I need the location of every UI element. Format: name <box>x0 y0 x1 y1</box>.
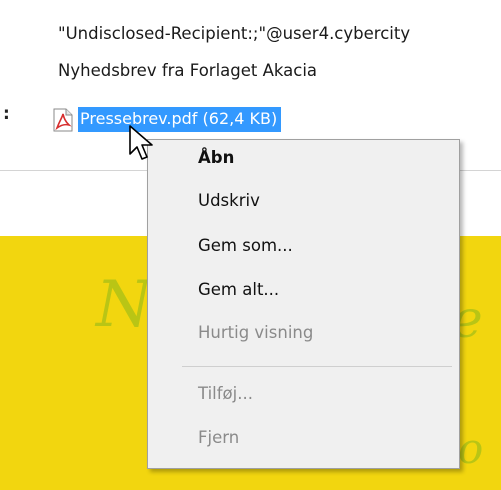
menu-item-save-all[interactable]: Gem alt... <box>198 280 279 299</box>
banner-letter: o <box>458 424 484 473</box>
subject-field: Nyhedsbrev fra Forlaget Akacia <box>58 61 318 80</box>
menu-item-quick-view: Hurtig visning <box>198 323 314 342</box>
menu-item-add: Tilføj... <box>198 384 253 403</box>
menu-separator <box>182 366 452 367</box>
attachment-item[interactable]: Pressebrev.pdf (62,4 KB) <box>52 107 282 132</box>
banner-letter: N <box>96 268 152 342</box>
menu-item-remove: Fjern <box>198 428 240 447</box>
menu-item-open[interactable]: Åbn <box>198 148 234 167</box>
menu-item-save-as[interactable]: Gem som... <box>198 236 293 255</box>
attachment-context-menu: Åbn Udskriv Gem som... Gem alt... Hurtig… <box>147 139 460 469</box>
attachment-name[interactable]: Pressebrev.pdf (62,4 KB) <box>78 107 282 132</box>
menu-item-print[interactable]: Udskriv <box>198 191 260 210</box>
attachments-label: : <box>3 104 10 124</box>
arrow-cursor-icon <box>128 124 154 164</box>
recipient-field: "Undisclosed-Recipient:;"@user4.cybercit… <box>58 24 411 43</box>
pdf-file-icon <box>52 108 74 132</box>
